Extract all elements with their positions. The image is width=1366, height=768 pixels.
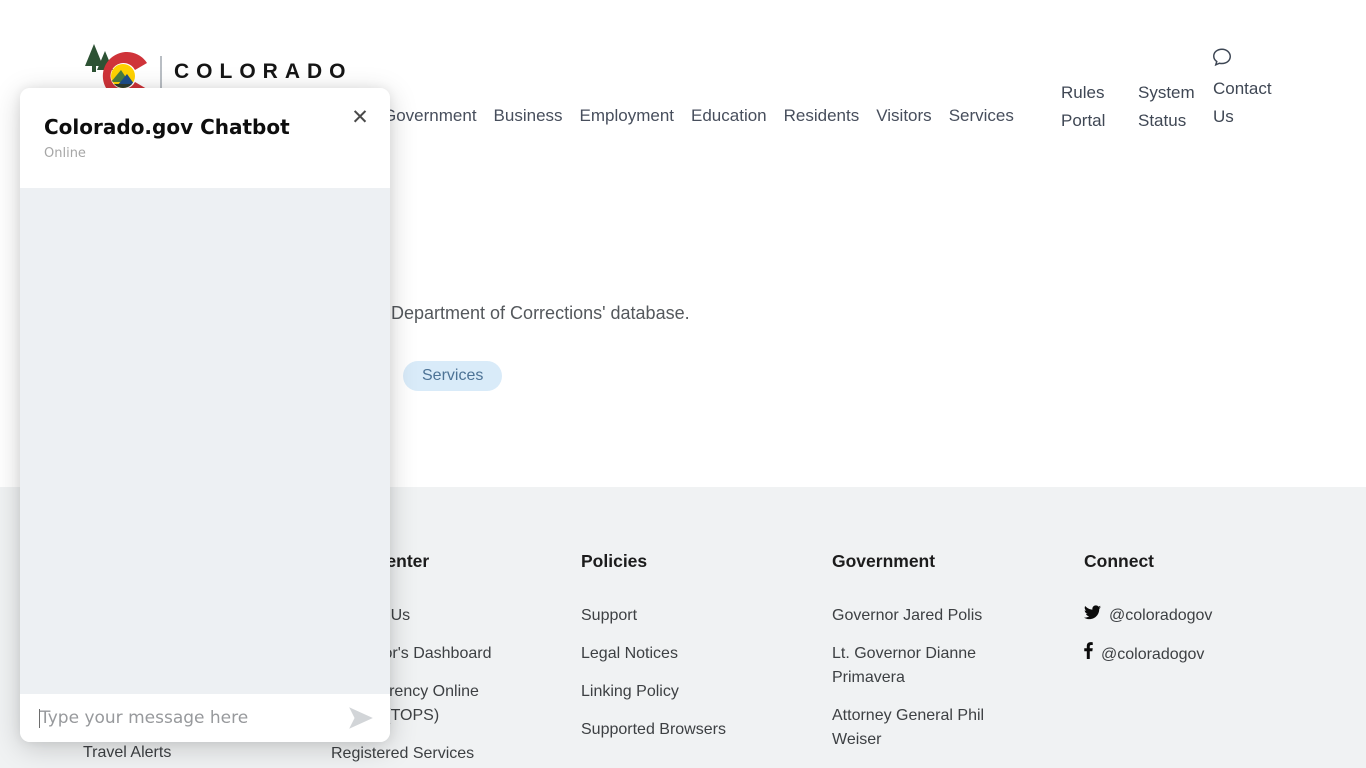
nav-item-business[interactable]: Business (494, 106, 563, 126)
nav-item-employment[interactable]: Employment (580, 106, 674, 126)
rules-portal-link[interactable]: Rules Portal (1061, 79, 1123, 135)
facebook-icon (1084, 642, 1093, 667)
system-status-link[interactable]: System Status (1138, 79, 1204, 135)
facebook-link[interactable]: @coloradogov (1084, 642, 1294, 667)
footer-link-governor[interactable]: Governor Jared Polis (832, 604, 997, 628)
chatbot-input-bar (20, 694, 390, 742)
nav-item-services[interactable]: Services (949, 106, 1014, 126)
footer-link-travel-alerts[interactable]: Travel Alerts (83, 741, 171, 765)
footer-link-supported-browsers[interactable]: Supported Browsers (581, 718, 766, 742)
send-icon[interactable] (346, 703, 376, 733)
services-tag[interactable]: Services (403, 361, 502, 391)
nav-item-government[interactable]: Government (383, 106, 477, 126)
main-nav: Government Business Employment Education… (383, 106, 1014, 126)
colorado-logo-icon[interactable] (85, 44, 157, 94)
facebook-handle: @coloradogov (1101, 643, 1204, 667)
footer-link-attorney-general[interactable]: Attorney General Phil Weiser (832, 704, 997, 752)
twitter-link[interactable]: @coloradogov (1084, 604, 1294, 628)
footer-link-support[interactable]: Support (581, 604, 766, 628)
chat-bubble-icon[interactable] (1211, 46, 1233, 68)
chatbot-message-area[interactable] (20, 188, 390, 694)
nav-item-education[interactable]: Education (691, 106, 767, 126)
footer-link-legal-notices[interactable]: Legal Notices (581, 642, 766, 666)
chat-message-input[interactable] (40, 708, 346, 728)
chatbot-title: Colorado.gov Chatbot (44, 115, 366, 139)
chatbot-panel: Colorado.gov Chatbot Online ✕ (20, 88, 390, 742)
page-description: Department of Corrections' database. (391, 303, 690, 324)
chatbot-header: Colorado.gov Chatbot Online ✕ (20, 88, 390, 188)
footer-col-government: Government Governor Jared Polis Lt. Gove… (832, 549, 997, 766)
footer-link-linking-policy[interactable]: Linking Policy (581, 680, 766, 704)
footer-col-policies: Policies Support Legal Notices Linking P… (581, 549, 766, 756)
chatbot-status: Online (44, 146, 366, 161)
close-icon[interactable]: ✕ (348, 106, 372, 130)
contact-us-link[interactable]: Contact Us (1213, 75, 1285, 131)
footer-link-lt-governor[interactable]: Lt. Governor Dianne Primavera (832, 642, 997, 690)
footer-heading-connect: Connect (1084, 549, 1294, 573)
footer-heading-policies: Policies (581, 549, 766, 573)
nav-item-visitors[interactable]: Visitors (876, 106, 931, 126)
footer-heading-government: Government (832, 549, 997, 573)
footer-link-registered-services[interactable]: Registered Services (331, 742, 503, 766)
brand-wordmark: COLORADO (174, 60, 353, 84)
twitter-icon (1084, 604, 1101, 628)
footer-col-connect: Connect @coloradogov @coloradogov (1084, 549, 1294, 681)
nav-item-residents[interactable]: Residents (784, 106, 860, 126)
twitter-handle: @coloradogov (1109, 604, 1212, 628)
page: COLORADO Government Business Employment … (0, 0, 1366, 768)
